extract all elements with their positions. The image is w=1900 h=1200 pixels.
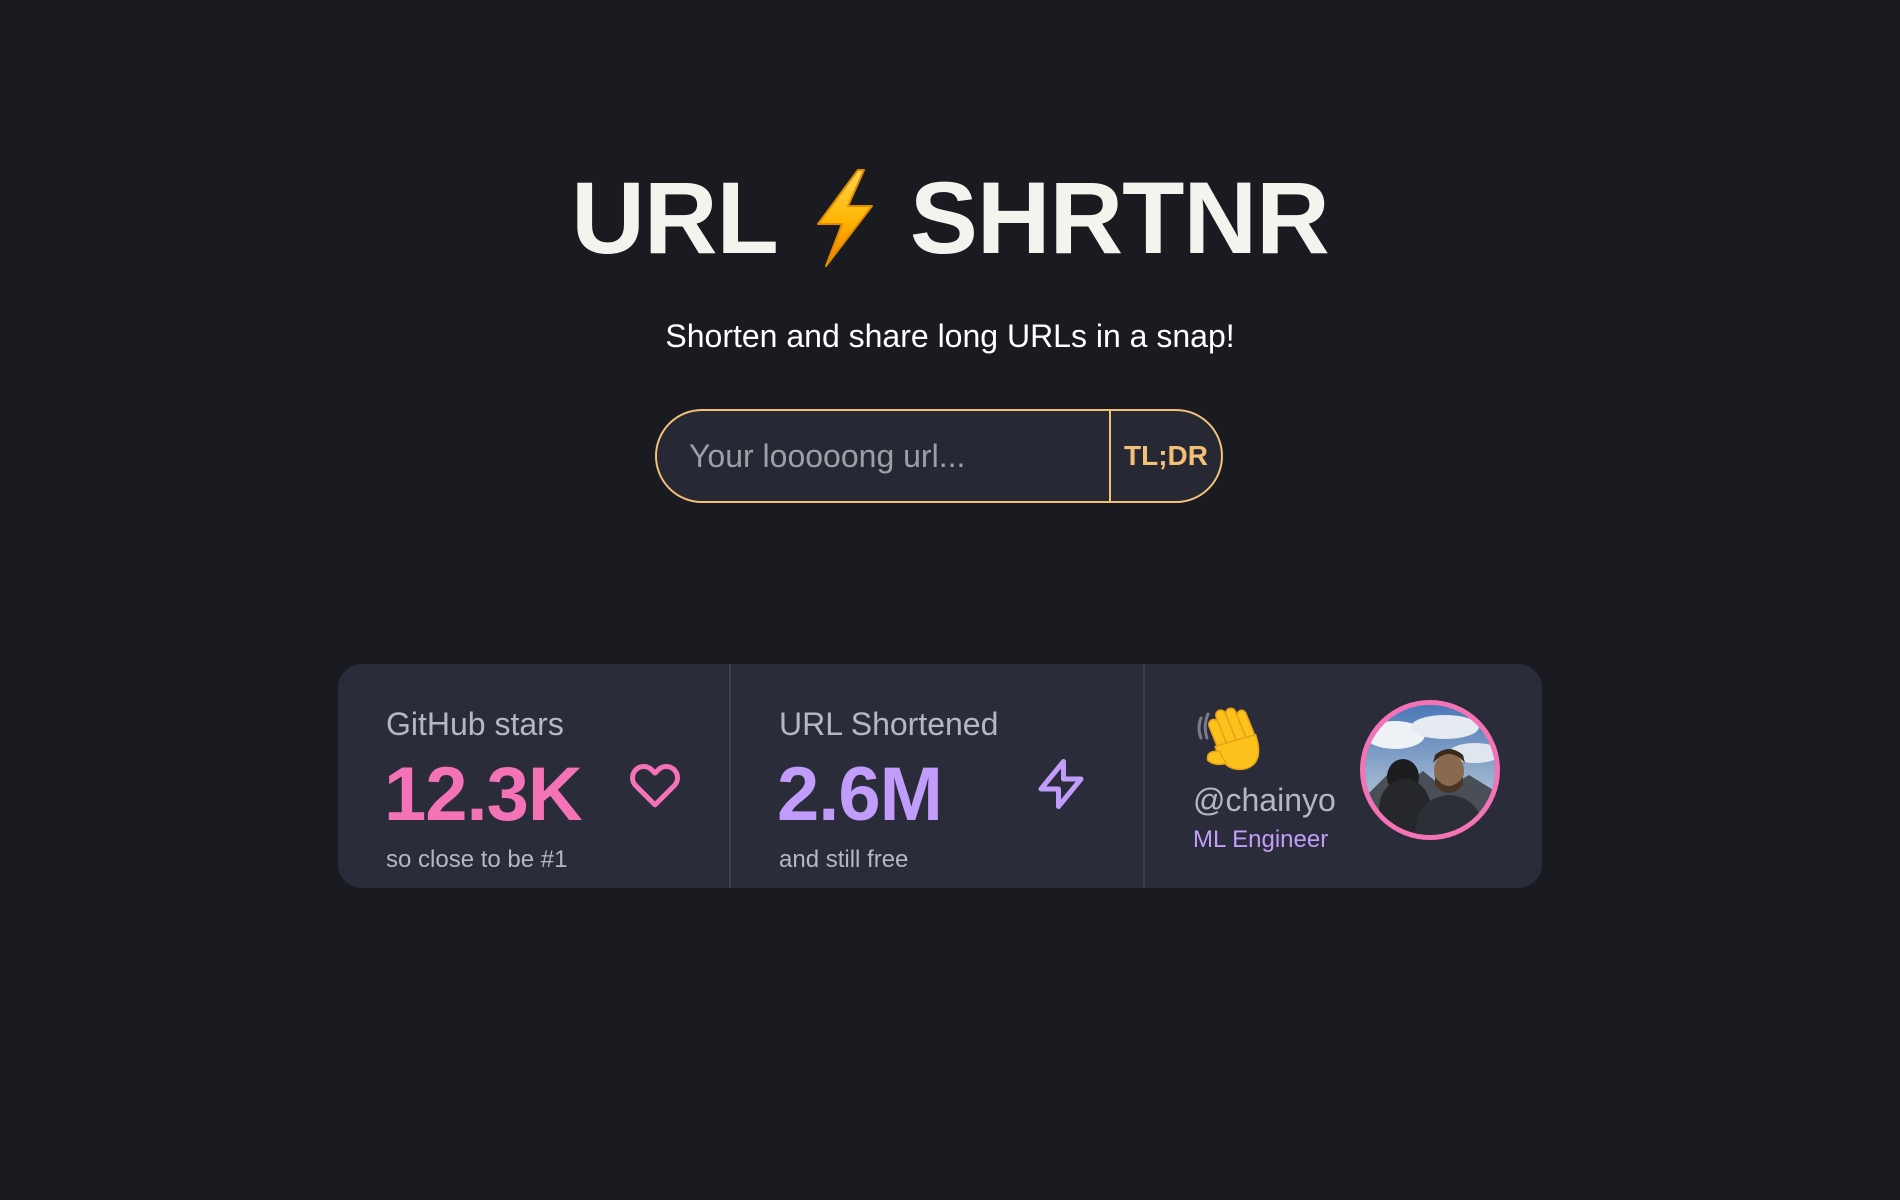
url-shortener-form: TL;DR (655, 409, 1223, 503)
stat-description: and still free (779, 846, 909, 873)
user-handle: @chainyo (1193, 782, 1336, 818)
avatar[interactable] (1360, 700, 1500, 840)
stat-github-stars: GitHub stars 12.3K so close to be #1 (338, 664, 729, 888)
stat-title: URL Shortened (779, 706, 999, 742)
stat-title: GitHub stars (386, 706, 564, 742)
stat-value: 2.6M (777, 752, 943, 837)
heart-icon (625, 754, 685, 814)
stat-description: so close to be #1 (386, 846, 568, 873)
title-url-text: URL (571, 161, 779, 275)
lightning-bolt-icon (804, 168, 884, 268)
page-subtitle: Shorten and share long URLs in a snap! (665, 318, 1235, 354)
stat-user-profile: @chainyo ML Engineer (1143, 664, 1542, 888)
url-input[interactable] (657, 411, 1109, 501)
stats-panel: GitHub stars 12.3K so close to be #1 URL… (338, 664, 1542, 888)
user-role: ML Engineer (1193, 826, 1329, 853)
shorten-button[interactable]: TL;DR (1109, 411, 1221, 501)
waving-hand-icon (1193, 698, 1269, 776)
lightning-icon (1031, 754, 1091, 814)
page: URL SHRTNR Shorten and share long URLs i… (0, 0, 1900, 1200)
stat-urls-shortened: URL Shortened 2.6M and still free (729, 664, 1143, 888)
stat-value: 12.3K (384, 752, 583, 837)
title-shrtnr-text: SHRTNR (909, 161, 1330, 275)
page-title: URL SHRTNR (0, 158, 1900, 278)
